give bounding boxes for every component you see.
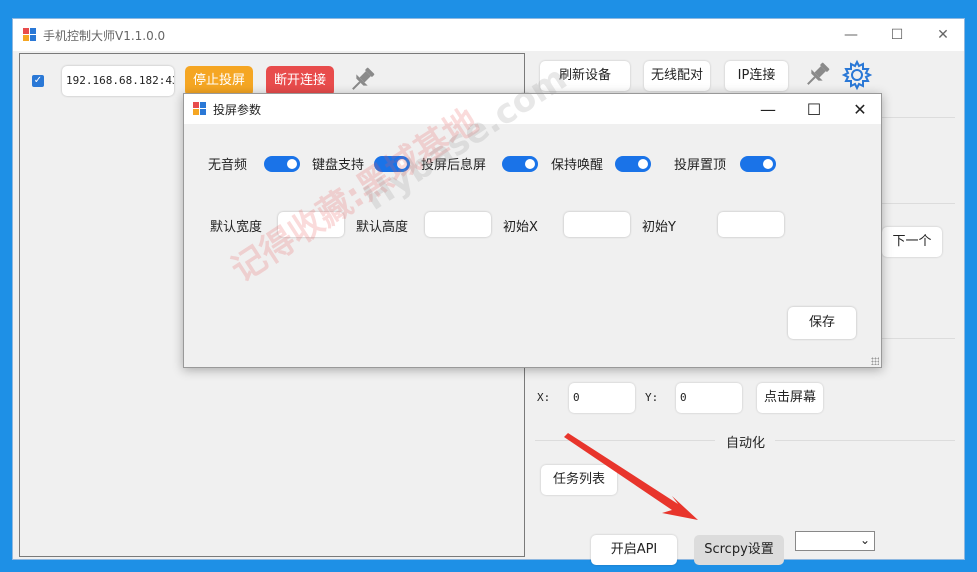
dialog-title-bar: 投屏参数 — ☐ ✕ (184, 94, 881, 124)
toggle-always-on-top[interactable] (740, 156, 776, 172)
stop-cast-button[interactable]: 停止投屏 (185, 66, 253, 96)
default-height-input[interactable] (425, 212, 491, 237)
toggle-label-stay-awake: 保持唤醒 (551, 158, 604, 173)
toggle-label-screen-off: 投屏后息屏 (421, 158, 487, 173)
dialog-close-button[interactable]: ✕ (837, 94, 883, 124)
param-label-init-x: 初始X (503, 220, 538, 235)
toggle-screen-off[interactable] (502, 156, 538, 172)
gear-icon[interactable] (841, 59, 873, 91)
resize-grip[interactable] (871, 357, 879, 365)
ip-connect-button[interactable]: IP连接 (725, 61, 788, 91)
y-label: Y: (645, 391, 659, 404)
save-button[interactable]: 保存 (788, 307, 856, 339)
annotation-arrow (564, 433, 698, 520)
cast-params-dialog: 投屏参数 — ☐ ✕ 无音频 键盘支持 投屏后息屏 保持唤醒 投屏置顶 默认宽度… (183, 93, 882, 368)
tap-screen-button[interactable]: 点击屏幕 (757, 383, 823, 413)
next-button[interactable]: 下一个 (882, 227, 942, 257)
pin-icon[interactable] (346, 64, 378, 96)
initial-x-input[interactable] (564, 212, 630, 237)
app-icon (193, 102, 207, 116)
maximize-button[interactable]: ☐ (874, 19, 920, 51)
param-label-width: 默认宽度 (210, 220, 263, 235)
title-bar: 手机控制大师V1.1.0.0 — ☐ ✕ (13, 19, 964, 51)
device-ip-field[interactable]: 192.168.68.182:434 (62, 66, 174, 96)
toggle-label-no-audio: 无音频 (208, 158, 248, 173)
toggle-stay-awake[interactable] (615, 156, 651, 172)
chevron-down-icon: ⌄ (859, 533, 870, 547)
refresh-devices-button[interactable]: 刷新设备 (540, 61, 630, 91)
y-input[interactable]: 0 (676, 383, 742, 413)
start-api-button[interactable]: 开启API (591, 535, 677, 565)
toggle-keyboard[interactable] (374, 156, 410, 172)
toggle-label-keyboard: 键盘支持 (312, 158, 365, 173)
wireless-pair-button[interactable]: 无线配对 (644, 61, 710, 91)
separator (775, 440, 955, 441)
param-label-init-y: 初始Y (642, 220, 676, 235)
pin-icon[interactable] (801, 59, 833, 91)
default-width-input[interactable] (278, 212, 344, 237)
disconnect-button[interactable]: 断开连接 (266, 66, 334, 96)
close-button[interactable]: ✕ (920, 19, 966, 51)
param-label-height: 默认高度 (356, 220, 409, 235)
mode-select[interactable]: ⌄ (795, 531, 875, 551)
scrcpy-settings-button[interactable]: Scrcpy设置 (694, 535, 784, 565)
toggle-label-always-on-top: 投屏置顶 (674, 158, 727, 173)
x-label: X: (537, 391, 551, 404)
initial-y-input[interactable] (718, 212, 784, 237)
automation-header: 自动化 (726, 436, 766, 451)
x-input[interactable]: 0 (569, 383, 635, 413)
dialog-title: 投屏参数 (213, 103, 262, 117)
dialog-minimize-button[interactable]: — (745, 94, 791, 124)
dialog-maximize-button[interactable]: ☐ (791, 94, 837, 124)
window-title: 手机控制大师V1.1.0.0 (43, 29, 166, 43)
toggle-no-audio[interactable] (264, 156, 300, 172)
minimize-button[interactable]: — (828, 19, 874, 51)
device-checkbox[interactable]: ✓ (32, 75, 44, 87)
app-icon (23, 28, 37, 42)
